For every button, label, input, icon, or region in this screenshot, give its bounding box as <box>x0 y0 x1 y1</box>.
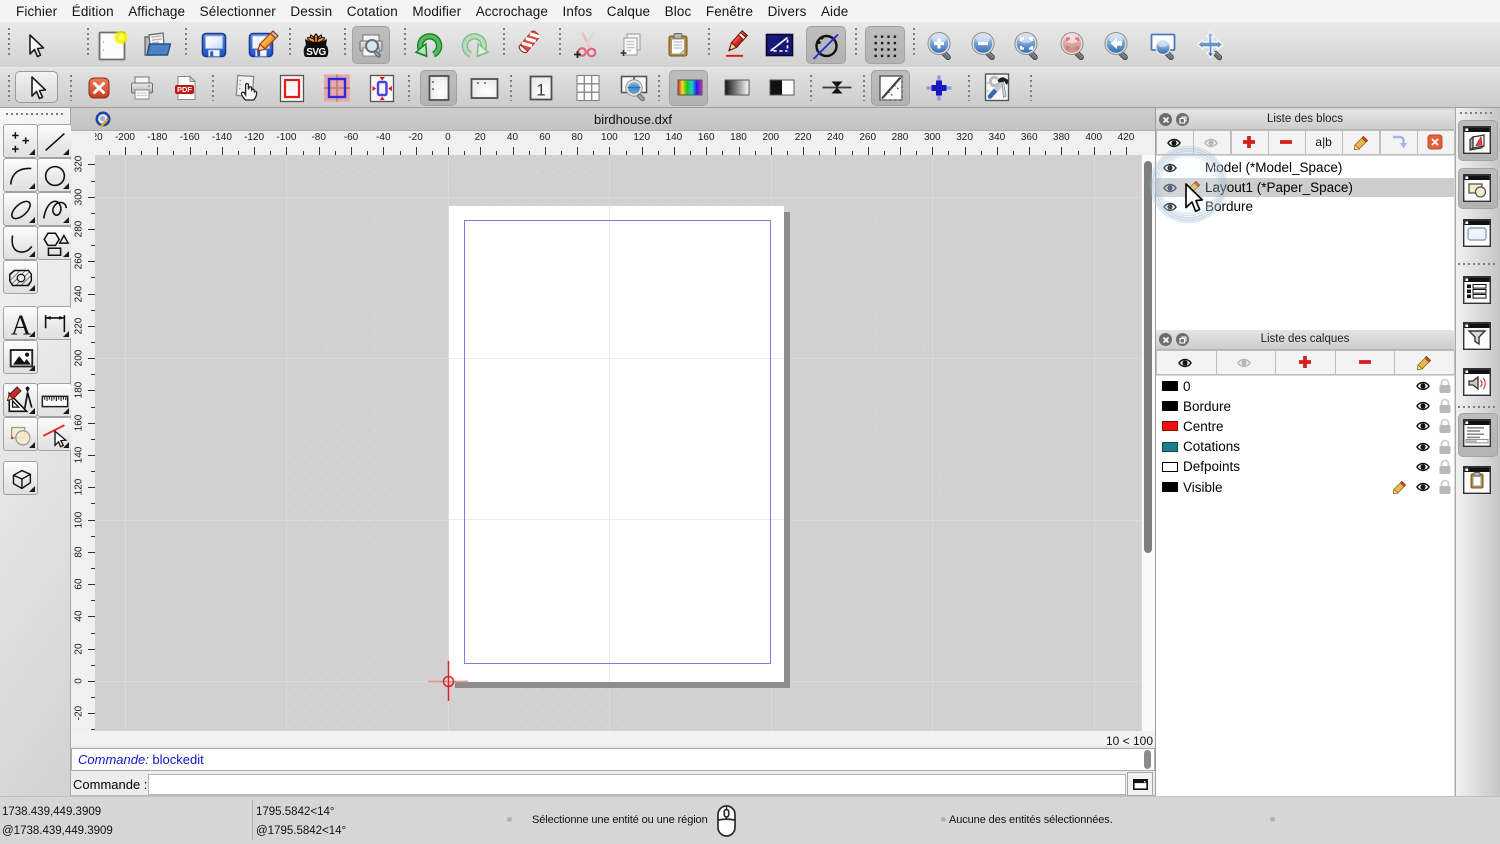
svg-text:1: 1 <box>536 81 545 100</box>
svg-text:SVG: SVG <box>306 47 326 58</box>
svg-text:PDF: PDF <box>177 85 192 94</box>
